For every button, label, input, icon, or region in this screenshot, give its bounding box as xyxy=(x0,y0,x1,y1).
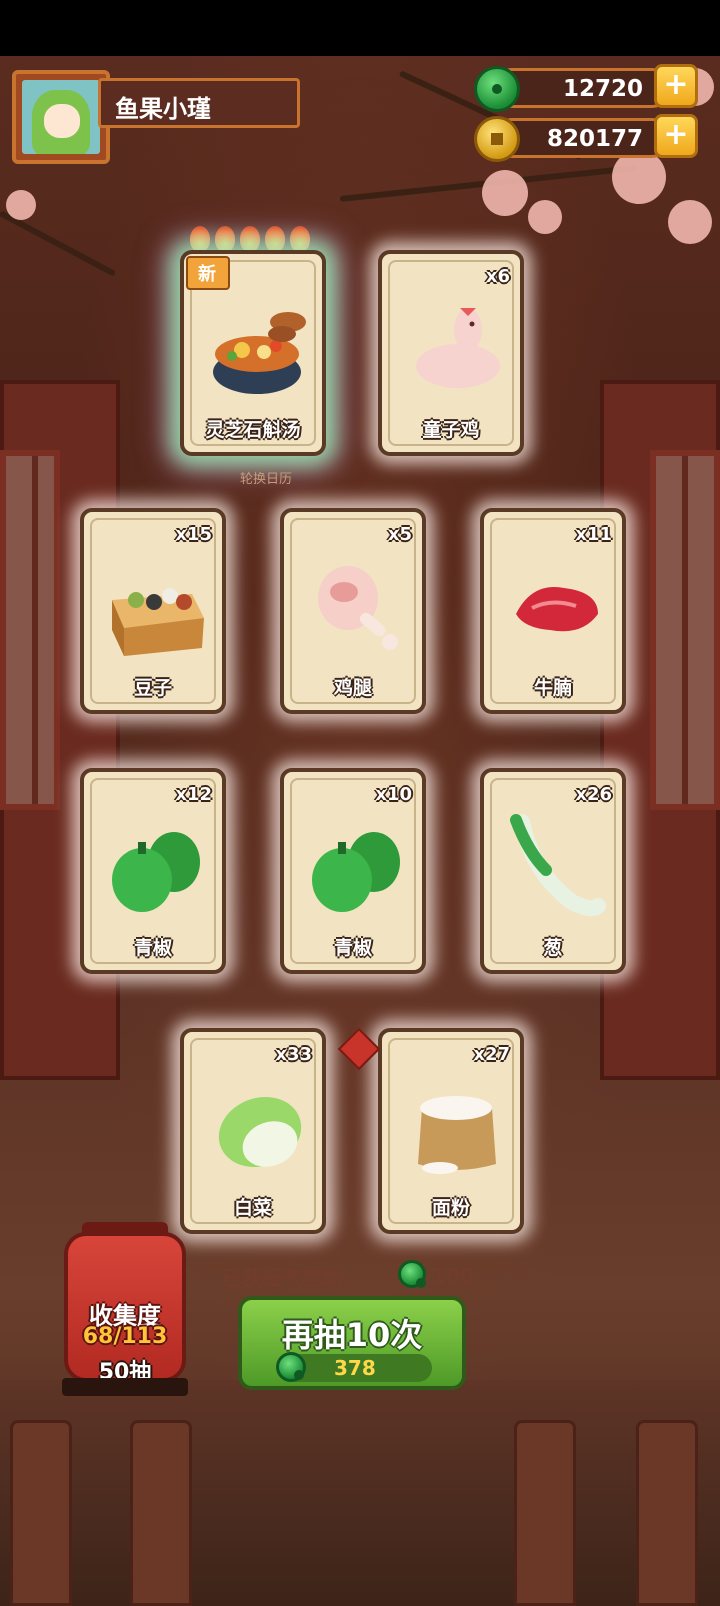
add-jade-button[interactable]: + xyxy=(654,64,698,108)
blossom xyxy=(612,150,666,204)
blossom xyxy=(668,200,712,244)
collection-lantern-button[interactable]: 收集度 68/113 50抽 xyxy=(64,1232,186,1385)
drumstick-icon xyxy=(318,566,398,650)
card-beef[interactable]: x11 牛腩 xyxy=(480,508,626,714)
lantern-stand xyxy=(62,1378,188,1396)
card-label: 牛腩 xyxy=(533,677,572,699)
star-flame-icon xyxy=(215,226,235,252)
fence-post xyxy=(636,1420,698,1606)
star-flame-icon xyxy=(265,226,285,252)
card-label: 白菜 xyxy=(233,1197,272,1219)
draw-cost: 378 xyxy=(334,1356,376,1380)
rotation-calendar-text: 轮换日历 xyxy=(240,472,293,487)
avatar-face xyxy=(44,104,80,138)
soup-pot-icon xyxy=(213,312,306,394)
jade-icon xyxy=(398,1260,426,1288)
fence-post xyxy=(130,1420,192,1606)
card-qty: x26 xyxy=(575,784,612,805)
blossom xyxy=(6,190,36,220)
player-avatar[interactable] xyxy=(12,70,110,164)
reward-hint-amount: 100 xyxy=(432,1264,474,1288)
draw-again-label: 再抽10次 xyxy=(281,1316,423,1354)
green-pepper-icon xyxy=(112,832,200,912)
card-drumstick[interactable]: x5 鸡腿 xyxy=(280,508,426,714)
jade-icon xyxy=(276,1352,306,1382)
floor xyxy=(0,1380,720,1600)
card-qty: x11 xyxy=(575,524,612,545)
beans-box-icon xyxy=(112,588,204,656)
card-scallion[interactable]: x26 葱 xyxy=(480,768,626,974)
star-flame-icon xyxy=(190,226,210,252)
green-pepper-icon xyxy=(312,832,400,912)
coin-amount: 820177 xyxy=(546,126,643,152)
blossom xyxy=(528,200,562,234)
player-name: 鱼果小瑾 xyxy=(115,95,211,123)
card-label: 葱 xyxy=(543,937,563,959)
card-qty: x5 xyxy=(387,524,412,545)
avatar-image xyxy=(22,80,100,154)
card-qty: x33 xyxy=(275,1044,312,1065)
card-chicken[interactable]: x6 童子鸡 xyxy=(378,250,524,456)
card-beans[interactable]: x15 豆子 xyxy=(80,508,226,714)
card-label: 面粉 xyxy=(431,1197,470,1219)
card-qty: x6 xyxy=(485,266,510,287)
flour-sack-icon xyxy=(418,1096,496,1174)
card-cabbage[interactable]: x33 白菜 xyxy=(180,1028,326,1234)
add-coin-button[interactable]: + xyxy=(654,114,698,158)
card-label: 豆子 xyxy=(133,677,172,699)
coin-icon xyxy=(474,116,520,162)
reward-hint-text: 已获贩气奖励 xyxy=(222,1266,342,1290)
card-green-pepper-2[interactable]: x10 青椒 xyxy=(280,768,426,974)
card-label: 鸡腿 xyxy=(333,677,372,699)
player-name-bar: 鱼果小瑾 xyxy=(98,78,300,128)
jade-amount: 12720 xyxy=(562,76,643,102)
draw-again-button[interactable]: 再抽10次 378 xyxy=(238,1296,466,1390)
card-qty: x12 xyxy=(175,784,212,805)
chicken-icon xyxy=(416,308,500,388)
card-qty: x10 xyxy=(375,784,412,805)
cabbage-icon xyxy=(218,1096,302,1168)
collection-progress: 68/113 xyxy=(82,1324,168,1349)
card-qty: x27 xyxy=(473,1044,510,1065)
new-badge: 新 xyxy=(186,256,230,290)
card-qty: x15 xyxy=(175,524,212,545)
blossom xyxy=(482,170,528,216)
jade-icon xyxy=(474,66,520,112)
card-green-pepper[interactable]: x12 青椒 xyxy=(80,768,226,974)
card-flour[interactable]: x27 面粉 xyxy=(378,1028,524,1234)
right-window xyxy=(650,450,720,810)
status-bar xyxy=(0,0,720,56)
card-label: 灵芝石斛汤 xyxy=(205,419,301,441)
fence-post xyxy=(10,1420,72,1606)
left-window xyxy=(0,450,60,810)
card-label: 青椒 xyxy=(133,937,172,959)
card-label: 童子鸡 xyxy=(422,419,480,441)
card-label: 青椒 xyxy=(333,937,372,959)
fence-post xyxy=(514,1420,576,1606)
star-flame-icon xyxy=(290,226,310,252)
beef-icon xyxy=(516,587,598,632)
star-flame-icon xyxy=(240,226,260,252)
scallion-icon xyxy=(510,814,606,917)
